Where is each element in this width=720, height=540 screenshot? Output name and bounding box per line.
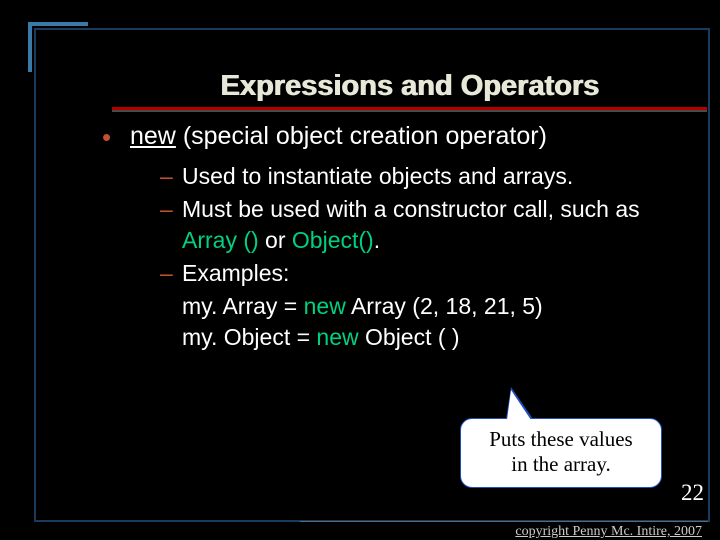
page-number: 22 [681,480,704,506]
footer-divider [300,521,708,522]
callout-line-1: Puts these values [489,427,632,451]
bullet-text: (special object creation operator) [176,122,547,150]
bullet-level-1: new (special object creation operator) [92,122,678,151]
content-area: new (special object creation operator) U… [36,110,708,353]
code-array: Array () [182,227,259,253]
code-object: Object() [292,227,374,253]
callout-tail [507,390,531,420]
keyword-new: new [130,122,176,150]
example-line-2: my. Object = new Object ( ) [160,322,678,353]
keyword-new-inline: new [316,324,358,350]
example-line-1: my. Array = new Array (2, 18, 21, 5) [160,291,678,322]
keyword-new-inline: new [304,293,346,319]
sub-bullet-3: Examples: [160,258,678,289]
copyright-text: copyright Penny Mc. Intire, 2007 [515,524,702,540]
sub-bullet-1: Used to instantiate objects and arrays. [160,161,678,192]
slide-title: Expressions and Operators [112,30,707,107]
sub-bullet-list: Used to instantiate objects and arrays. … [92,161,678,353]
callout-line-2: in the array. [511,452,611,476]
sub-bullet-2: Must be used with a constructor call, su… [160,194,678,256]
callout-bubble: Puts these values in the array. [460,418,662,488]
